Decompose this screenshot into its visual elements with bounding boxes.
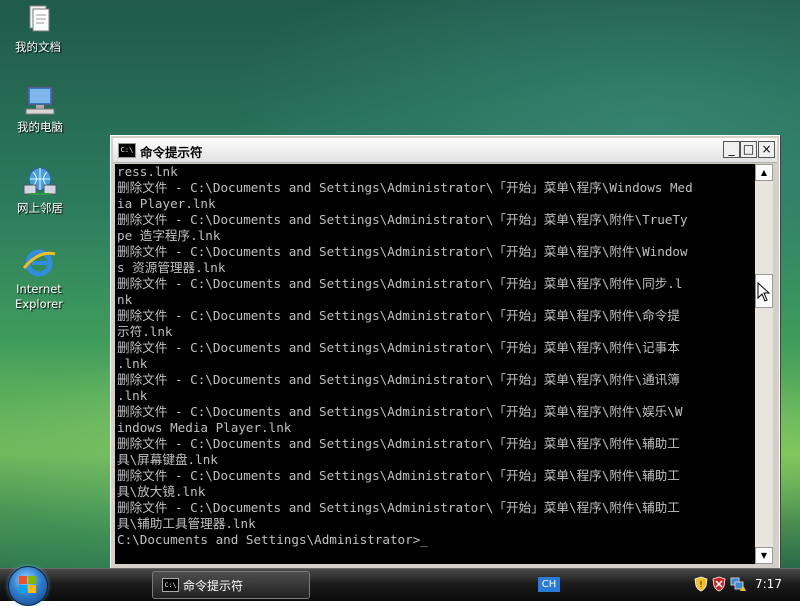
start-button[interactable] xyxy=(8,566,48,606)
window-titlebar[interactable]: C:\ 命令提示符 _ □ × xyxy=(113,138,777,163)
console-icon: C:\ xyxy=(162,578,179,592)
network-warning-icon[interactable] xyxy=(730,576,746,592)
windows-logo-icon xyxy=(19,576,37,594)
desktop: 我的文档 我的电脑 网上邻居 Internet Explorer C:\ 命令提… xyxy=(0,0,800,568)
desktop-icon-network-places[interactable]: 网上邻居 xyxy=(2,165,78,216)
my-computer-icon xyxy=(22,84,58,118)
desktop-icon-label: 我的电脑 xyxy=(17,120,63,134)
command-prompt-window[interactable]: C:\ 命令提示符 _ □ × ress.lnk 删除文件 - C:\Docum… xyxy=(110,135,780,568)
desktop-icon-label: Internet Explorer xyxy=(15,282,63,311)
desktop-icon-my-documents[interactable]: 我的文档 xyxy=(0,4,76,55)
svg-text:!: ! xyxy=(699,580,702,589)
scroll-up-arrow-icon[interactable]: ▲ xyxy=(755,164,773,181)
internet-explorer-icon xyxy=(21,246,57,280)
console-output-area[interactable]: ress.lnk 删除文件 - C:\Documents and Setting… xyxy=(115,164,755,564)
desktop-icon-label: 网上邻居 xyxy=(17,201,63,215)
taskbar-button-label: 命令提示符 xyxy=(183,579,244,593)
security-shield-icon[interactable]: ! xyxy=(694,576,708,592)
system-clock[interactable]: 7:17 xyxy=(755,577,782,591)
vertical-scrollbar[interactable]: ▲ ▼ xyxy=(755,164,773,564)
maximize-button[interactable]: □ xyxy=(740,141,757,158)
security-alert-icon[interactable] xyxy=(712,576,726,592)
scroll-down-arrow-icon[interactable]: ▼ xyxy=(755,547,773,564)
taskbar: C:\ 命令提示符 CH ! 7:17 xyxy=(0,566,800,606)
desktop-icon-label: 我的文档 xyxy=(15,40,61,54)
console-icon: C:\ xyxy=(118,143,136,158)
console-prompt: C:\Documents and Settings\Administrator> xyxy=(117,532,421,547)
window-title: 命令提示符 xyxy=(140,145,203,160)
desktop-icon-my-computer[interactable]: 我的电脑 xyxy=(2,84,78,135)
close-button[interactable]: × xyxy=(758,141,775,158)
minimize-button[interactable]: _ xyxy=(723,141,740,158)
mouse-pointer-icon xyxy=(757,282,771,302)
network-places-icon xyxy=(22,165,58,199)
console-output-text: ress.lnk 删除文件 - C:\Documents and Setting… xyxy=(117,164,693,531)
desktop-icon-internet-explorer[interactable]: Internet Explorer xyxy=(1,246,77,312)
language-indicator[interactable]: CH xyxy=(538,577,560,592)
my-documents-icon xyxy=(20,4,56,38)
text-cursor: _ xyxy=(420,532,428,547)
taskbar-button-command-prompt[interactable]: C:\ 命令提示符 xyxy=(152,571,310,599)
